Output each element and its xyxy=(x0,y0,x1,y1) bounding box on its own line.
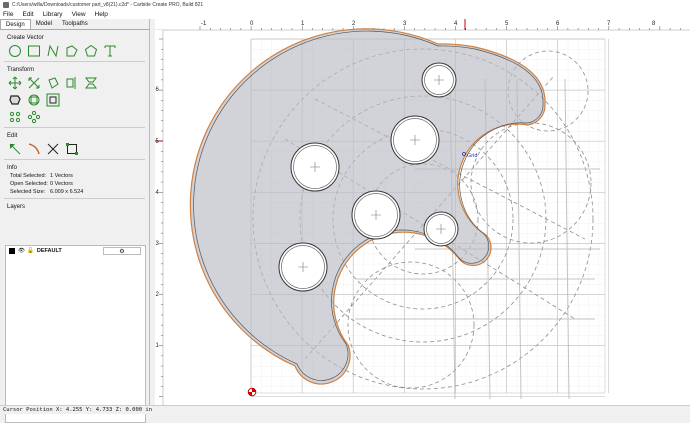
edit-tools xyxy=(0,139,149,156)
menu-view[interactable]: View xyxy=(72,11,86,18)
title-bar: C:/Users/willa/Downloads/customer part_v… xyxy=(0,0,690,9)
info-total-selected: Total Selected: 1 Vectors xyxy=(10,173,73,179)
hole[interactable] xyxy=(351,190,401,240)
menu-help[interactable]: Help xyxy=(95,11,108,18)
grid-pattern-icon[interactable] xyxy=(8,110,22,124)
circular-pattern-icon[interactable] xyxy=(27,110,41,124)
hole[interactable] xyxy=(390,115,440,165)
rotate-icon[interactable] xyxy=(46,76,60,90)
node-edit-icon[interactable] xyxy=(8,142,22,156)
layer-settings-button[interactable]: ⚙ xyxy=(103,247,141,255)
fillet-icon[interactable] xyxy=(46,93,60,107)
transform-tools-row-1 xyxy=(0,73,149,90)
circle-tool-icon[interactable] xyxy=(8,44,22,58)
grid-label: Grid xyxy=(467,153,477,159)
layer-color-swatch[interactable] xyxy=(9,248,15,254)
tab-toolpaths[interactable]: Toolpaths xyxy=(57,19,93,29)
app-icon xyxy=(3,1,9,8)
tab-model[interactable]: Model xyxy=(31,19,57,29)
info-open-selected: Open Selected: 0 Vectors xyxy=(10,181,73,187)
design-canvas[interactable]: -1 0 1 2 3 4 5 6 7 8 6 5 4 3 2 1 Grid xyxy=(155,19,690,405)
align-icon[interactable] xyxy=(65,76,79,90)
hole[interactable] xyxy=(290,142,340,192)
hole[interactable] xyxy=(278,242,328,292)
hole[interactable] xyxy=(423,211,459,247)
window-title: C:/Users/willa/Downloads/customer part_v… xyxy=(12,1,204,8)
lock-icon[interactable]: 🔓 xyxy=(27,248,34,254)
cursor-position: Cursor Position X: 4.255 Y: 4.733 Z: 0.0… xyxy=(3,407,153,413)
status-bar: Cursor Position X: 4.255 Y: 4.733 Z: 0.0… xyxy=(0,405,690,414)
transform-tools-row-3 xyxy=(0,107,149,124)
layer-row[interactable]: 👁 🔓 DEFAULT ⚙ xyxy=(6,246,145,256)
design-panel: Design Model Toolpaths Create Vector Tra… xyxy=(0,19,150,423)
polygon-tool-icon[interactable] xyxy=(84,44,98,58)
layers-list: 👁 🔓 DEFAULT ⚙ xyxy=(5,245,146,423)
tab-design[interactable]: Design xyxy=(0,19,31,29)
cut-icon[interactable] xyxy=(46,142,60,156)
menu-file[interactable]: File xyxy=(3,11,13,18)
move-icon[interactable] xyxy=(8,76,22,90)
transform-heading: Transform xyxy=(7,67,35,73)
hole[interactable] xyxy=(421,62,457,98)
menu-bar: File Edit Library View Help xyxy=(0,9,690,19)
scale-icon[interactable] xyxy=(27,76,41,90)
layer-name: DEFAULT xyxy=(36,248,62,254)
curve-tool-icon[interactable] xyxy=(46,44,60,58)
polyline-tool-icon[interactable] xyxy=(65,44,79,58)
mirror-icon[interactable] xyxy=(84,76,98,90)
edit-heading: Edit xyxy=(7,133,18,139)
create-vector-tools xyxy=(0,41,149,58)
layers-heading: Layers xyxy=(7,204,26,210)
join-icon[interactable] xyxy=(65,142,79,156)
transform-tools-row-2 xyxy=(0,90,149,107)
info-heading: Info xyxy=(7,165,18,171)
create-vector-heading: Create Vector xyxy=(7,35,44,41)
menu-library[interactable]: Library xyxy=(43,11,63,18)
ruler-label: -1 xyxy=(201,21,207,27)
text-tool-icon[interactable] xyxy=(103,44,117,58)
trim-icon[interactable] xyxy=(27,142,41,156)
info-selected-size: Selected Size: 6.009 x 6.524 xyxy=(10,189,84,195)
offset-icon[interactable] xyxy=(8,93,22,107)
rectangle-tool-icon[interactable] xyxy=(27,44,41,58)
panel-tabs: Design Model Toolpaths xyxy=(0,19,149,30)
gear-icon: ⚙ xyxy=(119,248,125,255)
menu-edit[interactable]: Edit xyxy=(22,11,33,18)
canvas-svg[interactable]: -1 0 1 2 3 4 5 6 7 8 6 5 4 3 2 1 Grid xyxy=(155,19,690,405)
boolean-icon[interactable] xyxy=(27,93,41,107)
eye-icon[interactable]: 👁 xyxy=(18,248,25,254)
